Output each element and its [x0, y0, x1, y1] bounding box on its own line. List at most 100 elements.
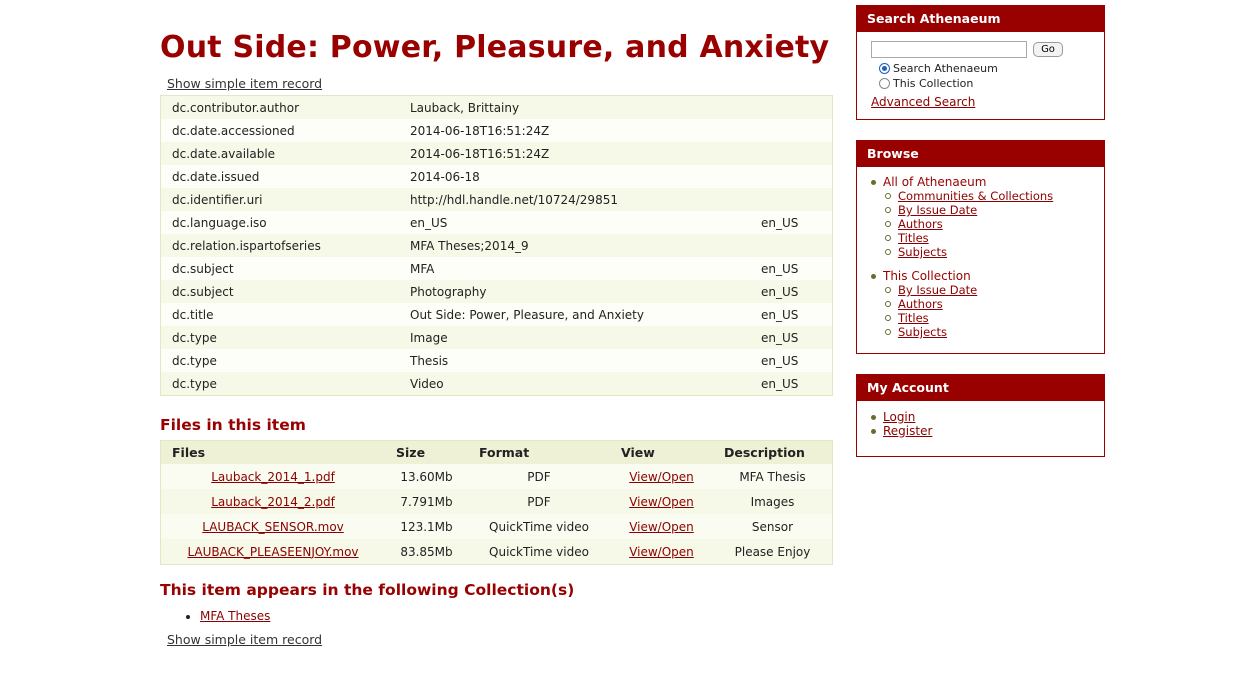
- collection-item: MFA Theses: [200, 609, 835, 623]
- file-link[interactable]: LAUBACK_PLEASEENJOY.mov: [187, 545, 358, 559]
- file-view-cell: View/Open: [610, 514, 713, 539]
- account-box: My Account Login Register: [856, 374, 1105, 457]
- account-box-title: My Account: [857, 375, 1104, 401]
- view-open-link[interactable]: View/Open: [629, 545, 694, 559]
- metadata-lang: [750, 142, 833, 165]
- metadata-value: MFA Theses;2014_9: [399, 234, 750, 257]
- scope-option-collection[interactable]: This Collection: [879, 77, 1092, 90]
- metadata-value: MFA: [399, 257, 750, 280]
- browse-link[interactable]: Communities & Collections: [898, 189, 1053, 203]
- radio-selected-icon[interactable]: [879, 63, 890, 74]
- file-row: LAUBACK_SENSOR.mov 123.1Mb QuickTime video…: [160, 514, 833, 539]
- file-row: Lauback_2014_1.pdf 13.60Mb PDF View/Open MFA…: [160, 464, 833, 489]
- file-link[interactable]: LAUBACK_SENSOR.mov: [202, 520, 344, 534]
- metadata-value: en_US: [399, 211, 750, 234]
- metadata-lang: en_US: [750, 257, 833, 280]
- browse-link[interactable]: Subjects: [898, 325, 947, 339]
- description-header: Description: [713, 440, 833, 464]
- file-size: 123.1Mb: [385, 514, 468, 539]
- browse-list: All of Athenaeum Communities & Collection…: [871, 175, 1092, 339]
- browse-item: Communities & Collections: [885, 189, 1092, 203]
- browse-box-title: Browse: [857, 141, 1104, 167]
- browse-link[interactable]: Authors: [898, 297, 943, 311]
- browse-item: Authors: [885, 217, 1092, 231]
- metadata-lang: en_US: [750, 349, 833, 372]
- metadata-lang: [750, 95, 833, 119]
- metadata-row: dc.language.iso en_US en_US: [160, 211, 833, 234]
- go-button[interactable]: Go: [1033, 42, 1063, 57]
- file-description: Images: [713, 489, 833, 514]
- browse-group: This Collection By Issue Date Authors Title…: [871, 269, 1092, 339]
- browse-group-label: This Collection: [883, 269, 971, 283]
- collections-list: MFA Theses: [160, 609, 835, 623]
- scope-option-all[interactable]: Search Athenaeum: [879, 62, 1092, 75]
- metadata-row: dc.contributor.author Lauback, Brittainy: [160, 95, 833, 119]
- metadata-field: dc.language.iso: [160, 211, 399, 234]
- view-open-link[interactable]: View/Open: [629, 470, 694, 484]
- metadata-row: dc.subject MFA en_US: [160, 257, 833, 280]
- metadata-lang: [750, 165, 833, 188]
- file-view-cell: View/Open: [610, 539, 713, 565]
- metadata-value: Thesis: [399, 349, 750, 372]
- metadata-value: 2014-06-18T16:51:24Z: [399, 119, 750, 142]
- metadata-field: dc.date.available: [160, 142, 399, 165]
- metadata-lang: [750, 188, 833, 211]
- metadata-field: dc.subject: [160, 257, 399, 280]
- browse-item: By Issue Date: [885, 283, 1092, 297]
- browse-group-label: All of Athenaeum: [883, 175, 987, 189]
- collections-heading: This item appears in the following Colle…: [160, 581, 575, 599]
- browse-link[interactable]: Titles: [898, 311, 929, 325]
- file-name-cell: LAUBACK_SENSOR.mov: [160, 514, 385, 539]
- show-simple-record-link[interactable]: Show simple item record: [167, 76, 322, 91]
- browse-sublist: By Issue Date Authors Titles Subjects: [883, 283, 1092, 339]
- metadata-field: dc.date.issued: [160, 165, 399, 188]
- browse-item: By Issue Date: [885, 203, 1092, 217]
- file-link[interactable]: Lauback_2014_2.pdf: [211, 495, 335, 509]
- scope-option-collection-label: This Collection: [893, 77, 974, 90]
- collection-link[interactable]: MFA Theses: [200, 609, 270, 623]
- account-link[interactable]: Register: [883, 424, 932, 438]
- metadata-lang: [750, 234, 833, 257]
- file-description: MFA Thesis: [713, 464, 833, 489]
- browse-link[interactable]: By Issue Date: [898, 283, 977, 297]
- metadata-lang: en_US: [750, 372, 833, 396]
- files-header: Files: [160, 440, 385, 464]
- file-format: QuickTime video: [468, 514, 610, 539]
- file-size: 83.85Mb: [385, 539, 468, 565]
- file-name-cell: Lauback_2014_2.pdf: [160, 489, 385, 514]
- search-input[interactable]: [871, 41, 1027, 58]
- metadata-lang: en_US: [750, 280, 833, 303]
- metadata-lang: en_US: [750, 326, 833, 349]
- metadata-field: dc.contributor.author: [160, 95, 399, 119]
- view-open-link[interactable]: View/Open: [629, 520, 694, 534]
- show-simple-record-link-bottom[interactable]: Show simple item record: [167, 632, 322, 647]
- metadata-row: dc.identifier.uri http://hdl.handle.net/1…: [160, 188, 833, 211]
- metadata-value: 2014-06-18T16:51:24Z: [399, 142, 750, 165]
- browse-link[interactable]: By Issue Date: [898, 203, 977, 217]
- main-content: Out Side: Power, Pleasure, and Anxiety S…: [160, 28, 835, 647]
- browse-group: All of Athenaeum Communities & Collection…: [871, 175, 1092, 259]
- browse-link[interactable]: Subjects: [898, 245, 947, 259]
- browse-link[interactable]: Authors: [898, 217, 943, 231]
- format-header: Format: [468, 440, 610, 464]
- metadata-field: dc.subject: [160, 280, 399, 303]
- metadata-row: dc.type Image en_US: [160, 326, 833, 349]
- metadata-field: dc.title: [160, 303, 399, 326]
- browse-box: Browse All of Athenaeum Communities & Col…: [856, 140, 1105, 354]
- file-link[interactable]: Lauback_2014_1.pdf: [211, 470, 335, 484]
- browse-item: Authors: [885, 297, 1092, 311]
- browse-item: Subjects: [885, 325, 1092, 339]
- files-table: Files Size Format View Description Lauba…: [160, 440, 833, 565]
- file-row: Lauback_2014_2.pdf 7.791Mb PDF View/Open Ima…: [160, 489, 833, 514]
- scope-option-all-label: Search Athenaeum: [893, 62, 998, 75]
- advanced-search-link[interactable]: Advanced Search: [871, 95, 975, 109]
- browse-sublist: Communities & Collections By Issue Date Au…: [883, 189, 1092, 259]
- file-size: 7.791Mb: [385, 489, 468, 514]
- radio-icon[interactable]: [879, 78, 890, 89]
- view-open-link[interactable]: View/Open: [629, 495, 694, 509]
- metadata-value: Image: [399, 326, 750, 349]
- account-link[interactable]: Login: [883, 410, 915, 424]
- metadata-field: dc.type: [160, 326, 399, 349]
- browse-link[interactable]: Titles: [898, 231, 929, 245]
- metadata-row: dc.subject Photography en_US: [160, 280, 833, 303]
